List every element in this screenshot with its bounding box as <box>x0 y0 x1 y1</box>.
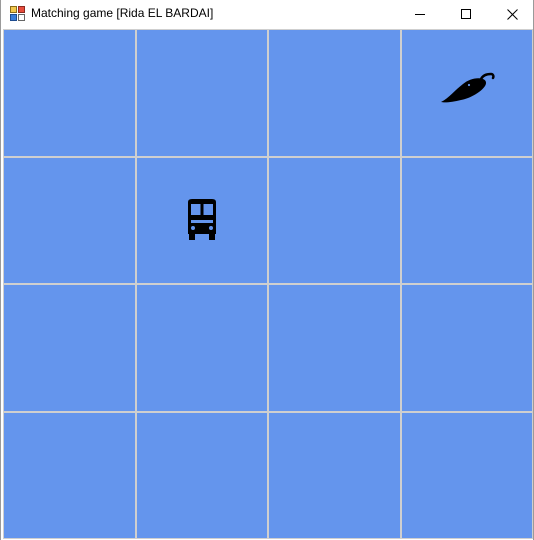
minimize-button[interactable] <box>397 0 443 28</box>
title-bar[interactable]: Matching game [Rida EL BARDAI] <box>1 0 533 28</box>
tile-r3-c4[interactable] <box>401 285 532 411</box>
tile-r3-c1[interactable] <box>4 285 135 411</box>
tile-r1-c4[interactable] <box>401 30 532 156</box>
maximize-icon <box>461 9 471 19</box>
tile-r4-c2[interactable] <box>136 412 267 538</box>
app-window: Matching game [Rida EL BARDAI] <box>0 0 534 540</box>
window-title: Matching game [Rida EL BARDAI] <box>31 6 214 20</box>
tile-r3-c3[interactable] <box>269 285 400 411</box>
tile-r3-c2[interactable] <box>136 285 267 411</box>
tile-r2-c3[interactable] <box>269 157 400 283</box>
tile-r2-c1[interactable] <box>4 157 135 283</box>
close-button[interactable] <box>489 0 534 28</box>
tile-r1-c3[interactable] <box>269 30 400 156</box>
tile-r2-c4[interactable] <box>401 157 532 283</box>
tile-r2-c2[interactable] <box>136 157 267 283</box>
tile-r1-c1[interactable] <box>4 30 135 156</box>
close-icon <box>506 8 518 20</box>
tile-r1-c2[interactable] <box>136 30 267 156</box>
tile-r4-c1[interactable] <box>4 412 135 538</box>
bus-icon <box>182 199 222 241</box>
maximize-button[interactable] <box>443 0 489 28</box>
app-icon <box>10 6 25 21</box>
game-board <box>3 29 533 539</box>
tile-r4-c3[interactable] <box>269 412 400 538</box>
minimize-icon <box>415 14 425 15</box>
tile-r4-c4[interactable] <box>401 412 532 538</box>
chili-pepper-icon <box>439 72 495 106</box>
